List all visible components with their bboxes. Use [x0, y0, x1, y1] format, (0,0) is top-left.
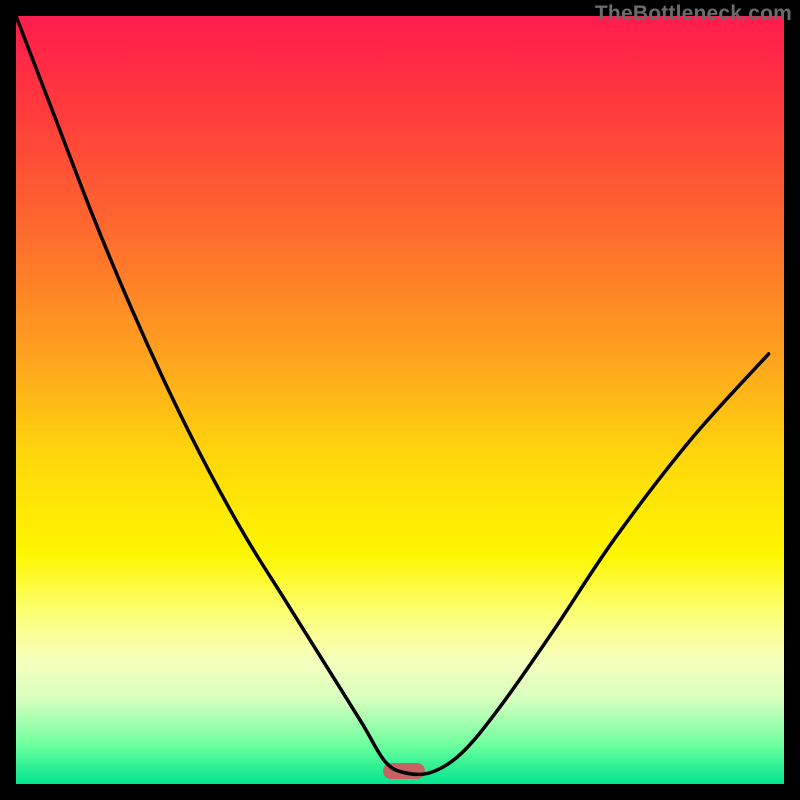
- chart-container: TheBottleneck.com: [0, 0, 800, 800]
- watermark-text: TheBottleneck.com: [595, 2, 792, 26]
- bottleneck-curve: [16, 16, 769, 774]
- plot-area: [16, 16, 784, 784]
- curve-svg: [16, 16, 784, 784]
